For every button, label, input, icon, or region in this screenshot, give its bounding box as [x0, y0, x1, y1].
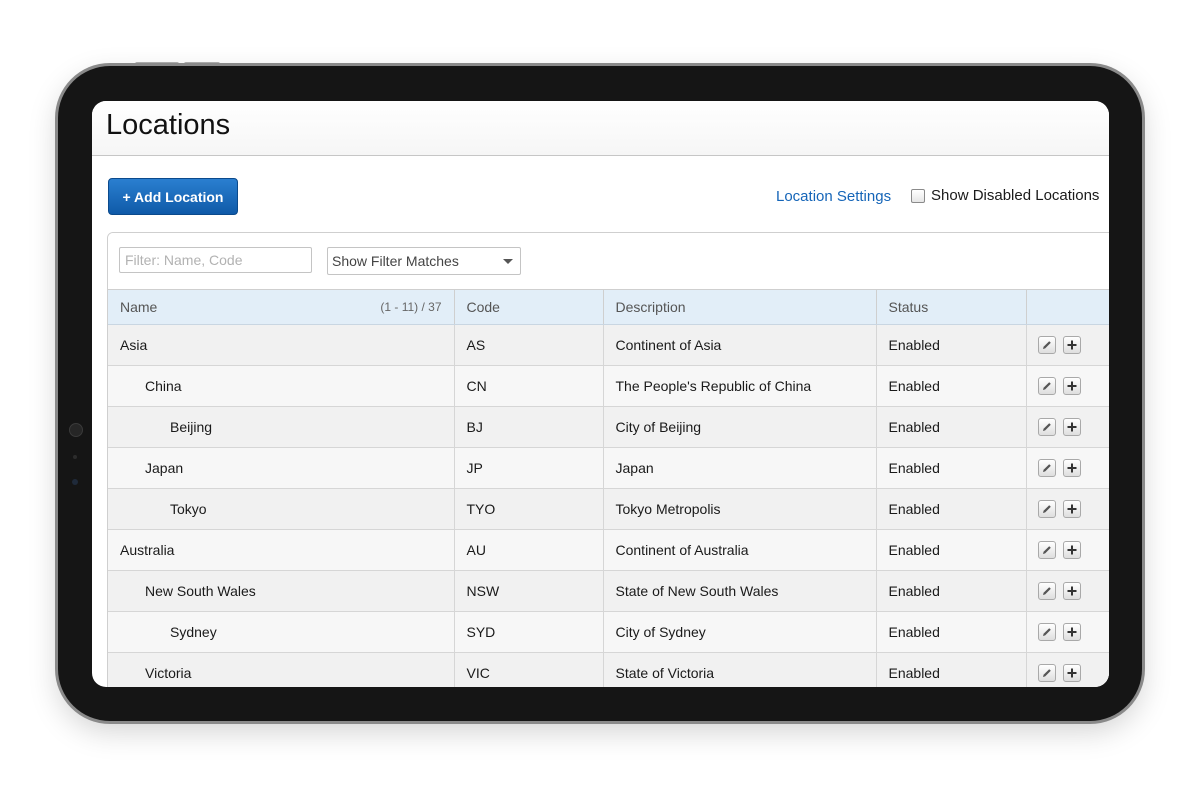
location-name: Asia [108, 324, 455, 366]
table-row[interactable]: Sydney SYD City of Sydney Enabled [108, 611, 1109, 653]
location-description: City of Beijing [603, 406, 877, 448]
location-code: AU [454, 529, 604, 571]
table-row[interactable]: China CN The People's Republic of China … [108, 365, 1109, 407]
location-status: Enabled [876, 570, 1027, 612]
filter-bar: Show Filter Matches [108, 233, 1109, 290]
row-actions [1026, 652, 1109, 687]
location-name: Sydney [108, 611, 455, 653]
column-header-code[interactable]: Code [454, 290, 604, 325]
row-actions [1026, 324, 1109, 366]
location-description: Tokyo Metropolis [603, 488, 877, 530]
location-code: TYO [454, 488, 604, 530]
pencil-icon[interactable] [1037, 376, 1056, 395]
row-actions [1026, 365, 1109, 407]
locations-table: Name (1 - 11) / 37 Code Description Stat… [108, 290, 1109, 687]
location-code: VIC [454, 652, 604, 687]
location-code: SYD [454, 611, 604, 653]
location-name: Japan [108, 447, 455, 489]
pencil-icon[interactable] [1037, 663, 1056, 682]
pencil-icon[interactable] [1037, 499, 1056, 518]
location-name: New South Wales [108, 570, 455, 612]
table-row[interactable]: Asia AS Continent of Asia Enabled [108, 324, 1109, 366]
row-actions [1026, 406, 1109, 448]
flash-icon [72, 479, 78, 485]
table-row[interactable]: Japan JP Japan Enabled [108, 447, 1109, 489]
camera-icon [69, 423, 83, 437]
table-row[interactable]: Tokyo TYO Tokyo Metropolis Enabled [108, 488, 1109, 530]
row-actions [1026, 570, 1109, 612]
location-description: Continent of Asia [603, 324, 877, 366]
pencil-icon[interactable] [1037, 458, 1056, 477]
location-status: Enabled [876, 324, 1027, 366]
app-screen: Locations + Add Location Location Settin… [92, 101, 1109, 687]
filter-mode-select[interactable]: Show Filter Matches [327, 247, 521, 275]
plus-icon[interactable] [1062, 540, 1081, 559]
location-description: Japan [603, 447, 877, 489]
location-code: CN [454, 365, 604, 407]
pencil-icon[interactable] [1037, 335, 1056, 354]
location-description: Continent of Australia [603, 529, 877, 571]
location-code: AS [454, 324, 604, 366]
plus-icon[interactable] [1062, 581, 1081, 600]
location-description: City of Sydney [603, 611, 877, 653]
row-actions [1026, 529, 1109, 571]
location-status: Enabled [876, 488, 1027, 530]
column-header-status[interactable]: Status [876, 290, 1027, 325]
plus-icon[interactable] [1062, 417, 1081, 436]
table-row[interactable]: Beijing BJ City of Beijing Enabled [108, 406, 1109, 448]
location-description: State of Victoria [603, 652, 877, 687]
column-header-description[interactable]: Description [603, 290, 877, 325]
plus-icon[interactable] [1062, 499, 1081, 518]
plus-icon[interactable] [1062, 663, 1081, 682]
location-status: Enabled [876, 611, 1027, 653]
location-description: State of New South Wales [603, 570, 877, 612]
table-row[interactable]: Victoria VIC State of Victoria Enabled [108, 652, 1109, 687]
row-count: (1 - 11) / 37 [380, 300, 442, 314]
add-location-button[interactable]: + Add Location [108, 178, 238, 215]
location-name: Australia [108, 529, 455, 571]
locations-panel: Show Filter Matches Name (1 - 11) / 37 C… [107, 232, 1109, 687]
location-status: Enabled [876, 447, 1027, 489]
location-name: Tokyo [108, 488, 455, 530]
plus-icon[interactable] [1062, 622, 1081, 641]
sensor-icon [73, 455, 77, 459]
row-actions [1026, 488, 1109, 530]
plus-icon[interactable] [1062, 458, 1081, 477]
table-row[interactable]: Australia AU Continent of Australia Enab… [108, 529, 1109, 571]
column-header-name[interactable]: Name (1 - 11) / 37 [108, 290, 455, 325]
plus-icon[interactable] [1062, 376, 1081, 395]
table-row[interactable]: New South Wales NSW State of New South W… [108, 570, 1109, 612]
row-actions [1026, 447, 1109, 489]
plus-icon[interactable] [1062, 335, 1081, 354]
location-status: Enabled [876, 365, 1027, 407]
location-code: JP [454, 447, 604, 489]
column-header-actions [1026, 290, 1109, 325]
location-description: The People's Republic of China [603, 365, 877, 407]
location-name: Victoria [108, 652, 455, 687]
location-name: China [108, 365, 455, 407]
row-actions [1026, 611, 1109, 653]
pencil-icon[interactable] [1037, 540, 1056, 559]
location-settings-link[interactable]: Location Settings [776, 188, 891, 205]
filter-mode-value: Show Filter Matches [332, 253, 459, 269]
location-name: Beijing [108, 406, 455, 448]
column-header-name-label: Name [120, 298, 158, 315]
location-status: Enabled [876, 652, 1027, 687]
location-status: Enabled [876, 529, 1027, 571]
location-status: Enabled [876, 406, 1027, 448]
show-disabled-label: Show Disabled Locations [931, 187, 1100, 204]
location-code: BJ [454, 406, 604, 448]
page-title: Locations [106, 109, 231, 141]
page-header: Locations [92, 101, 1109, 156]
pencil-icon[interactable] [1037, 417, 1056, 436]
filter-input[interactable] [119, 247, 312, 273]
pencil-icon[interactable] [1037, 622, 1056, 641]
show-disabled-toggle[interactable]: Show Disabled Locations [911, 187, 1099, 204]
chevron-down-icon [503, 259, 513, 264]
show-disabled-checkbox[interactable] [911, 188, 925, 203]
location-code: NSW [454, 570, 604, 612]
pencil-icon[interactable] [1037, 581, 1056, 600]
table-header-row: Name (1 - 11) / 37 Code Description Stat… [108, 290, 1109, 325]
